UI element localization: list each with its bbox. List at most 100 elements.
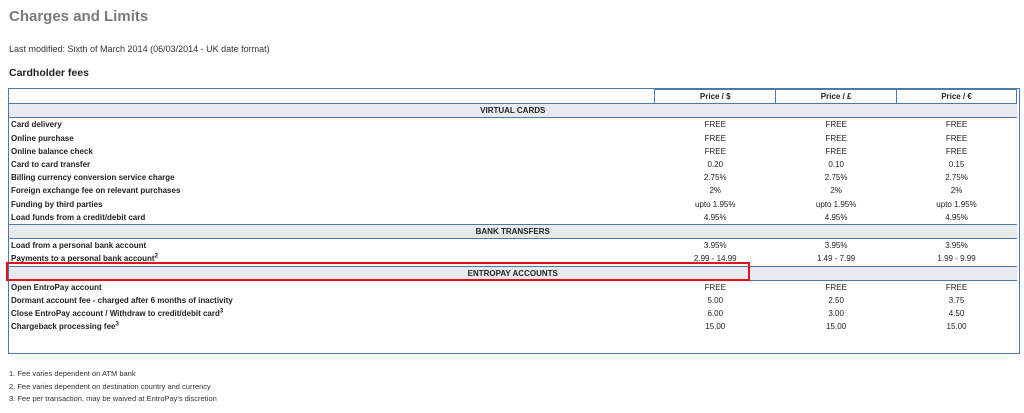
fee-value-eur: 3.95% (945, 241, 968, 251)
fee-value-gbp: 2.75% (824, 173, 848, 183)
fee-label: Foreign exchange fee on relevant purchas… (9, 184, 655, 197)
fee-value-eur: FREE (945, 133, 968, 143)
fee-value-usd: 3.95% (703, 241, 727, 251)
header-usd: Price / $ (654, 88, 777, 105)
fee-value-eur: 2.75% (945, 173, 968, 183)
fee-value-usd: 2.99 - 14.99 (693, 254, 737, 264)
fee-label-text: Foreign exchange fee on relevant purchas… (11, 186, 181, 196)
fee-value-eur: 4.50 (948, 309, 965, 319)
fee-label-text: Payments to a personal bank account (11, 254, 155, 264)
table-row: Payments to a personal bank account2 2.99… (9, 252, 1017, 266)
fee-label: Funding by third parties (9, 198, 655, 211)
fee-label-text: Card to card transfer (11, 160, 91, 170)
fee-value-eur: FREE (945, 146, 968, 156)
fee-value-eur: FREE (945, 120, 968, 130)
fee-value-usd: 6.00 (707, 309, 724, 319)
fee-label-text: Close EntroPay account / Withdraw to cre… (11, 309, 220, 319)
last-modified: Last modified: Sixth of March 2014 (06/0… (9, 44, 270, 54)
table-row: Open EntroPay account FREE FREE FREE (9, 280, 1017, 294)
fee-label-text: Chargeback processing fee (11, 322, 116, 332)
footnotes: 1. Fee varies dependent on ATM bank 2. F… (9, 368, 217, 406)
footnote: 1. Fee varies dependent on ATM bank (9, 369, 136, 378)
footnote: 3. Fee per transaction, may be waived at… (9, 394, 217, 403)
fee-value-gbp: 2% (830, 186, 842, 196)
fee-value-gbp: 3.00 (828, 309, 844, 319)
fee-value-usd: 5.00 (707, 296, 724, 306)
fee-value-gbp: 3.95% (824, 241, 848, 251)
fee-value-usd: FREE (704, 146, 726, 156)
fee-label: Payments to a personal bank account2 (9, 252, 655, 266)
fee-value-usd: FREE (704, 282, 726, 292)
fee-value-usd: 15.00 (705, 322, 726, 332)
fee-label-text: Card delivery (11, 120, 62, 130)
section-header-row: VIRTUAL CARDS (9, 103, 1017, 119)
header-gbp: Price / £ (775, 88, 898, 105)
section-title: Cardholder fees (9, 67, 89, 79)
fee-label: Online balance check (9, 145, 655, 158)
section-header: VIRTUAL CARDS (9, 103, 1017, 119)
fee-label-text: Online balance check (11, 146, 93, 156)
fee-label-text: Online purchase (11, 133, 74, 143)
footnote-ref: 3 (115, 321, 119, 328)
table-row: Dormant account fee - charged after 6 mo… (9, 294, 1017, 307)
fee-label-text: Open EntroPay account (11, 282, 102, 292)
fee-label: Billing currency conversion service char… (9, 171, 655, 184)
table-row: Load funds from a credit/debit card 4.95%… (9, 211, 1017, 225)
footnote-ref: 3 (219, 308, 224, 315)
fee-value-usd: 2.75% (703, 173, 727, 183)
fee-value-eur: 15.00 (946, 322, 967, 332)
table-row: Load from a personal bank account 3.95% 3.… (9, 239, 1017, 253)
fee-label: Dormant account fee - charged after 6 mo… (9, 294, 655, 307)
section-header-row: ENTROPAY ACCOUNTS (9, 265, 1017, 281)
fee-label-text: Billing currency conversion service char… (11, 173, 175, 183)
fee-value-usd: 2% (709, 186, 722, 196)
fee-label-text: Dormant account fee - charged after 6 mo… (11, 296, 233, 306)
table-row: Foreign exchange fee on relevant purchas… (9, 184, 1017, 197)
fee-value-eur: 0.15 (948, 160, 965, 170)
table-header-row: Price / $ Price / £ Price / € (9, 88, 1017, 105)
table-row: Funding by third parties upto 1.95% upto 1… (9, 198, 1017, 211)
fee-label-text: Funding by third parties (11, 199, 103, 209)
fee-label: Card to card transfer (9, 158, 655, 171)
fee-value-gbp: 0.10 (828, 160, 844, 170)
fee-value-usd: 0.20 (707, 160, 724, 170)
section-header-row: BANK TRANSFERS (9, 224, 1017, 240)
footnote: 2. Fee varies dependent on destination c… (9, 381, 211, 391)
fee-value-usd: FREE (704, 133, 726, 143)
fee-value-eur: 2% (950, 186, 963, 196)
fee-value-gbp: upto 1.95% (815, 199, 857, 209)
footnote-ref: 2 (154, 253, 158, 260)
fee-value-usd: FREE (704, 120, 726, 130)
fees-table: Price / $ Price / £ Price / € VIRTUAL CA… (9, 88, 1017, 334)
fee-label-text: Load funds from a credit/debit card (11, 212, 146, 222)
fee-value-eur: 4.95% (945, 212, 968, 222)
table-row: Chargeback processing fee3 15.00 15.00 15.0… (9, 320, 1017, 333)
section-header: ENTROPAY ACCOUNTS (9, 265, 1017, 281)
fee-label: Card delivery (9, 118, 655, 132)
fee-value-gbp: 1.49 - 7.99 (817, 254, 856, 264)
fee-label: Chargeback processing fee3 (9, 320, 655, 333)
fee-label-text: Load from a personal bank account (11, 241, 147, 251)
table-row: Online balance check FREE FREE FREE (9, 145, 1017, 158)
fee-value-gbp: 2.50 (828, 296, 844, 306)
fee-value-eur: 3.75 (948, 296, 965, 306)
fee-value-gbp: FREE (825, 120, 847, 130)
table-row: Card to card transfer 0.20 0.10 0.15 (9, 158, 1017, 171)
fee-value-gbp: 4.95% (824, 212, 848, 222)
table-row: Online purchase FREE FREE FREE (9, 132, 1017, 145)
fee-value-eur: FREE (945, 282, 968, 292)
fee-value-gbp: 15.00 (826, 322, 847, 332)
fee-value-eur: upto 1.95% (936, 199, 977, 209)
fee-label: Load funds from a credit/debit card (9, 211, 655, 225)
fee-label: Load from a personal bank account (9, 239, 655, 253)
fee-value-gbp: FREE (825, 282, 847, 292)
fee-label: Open EntroPay account (9, 280, 655, 294)
fee-value-gbp: FREE (825, 146, 847, 156)
fee-value-usd: 4.95% (703, 212, 727, 222)
fee-value-eur: 1.99 - 9.99 (937, 254, 976, 264)
table-row: Card delivery FREE FREE FREE (9, 118, 1017, 132)
header-spacer (9, 90, 655, 104)
fee-value-gbp: FREE (825, 133, 847, 143)
fee-value-usd: upto 1.95% (695, 199, 736, 209)
header-eur: Price / € (896, 88, 1017, 105)
